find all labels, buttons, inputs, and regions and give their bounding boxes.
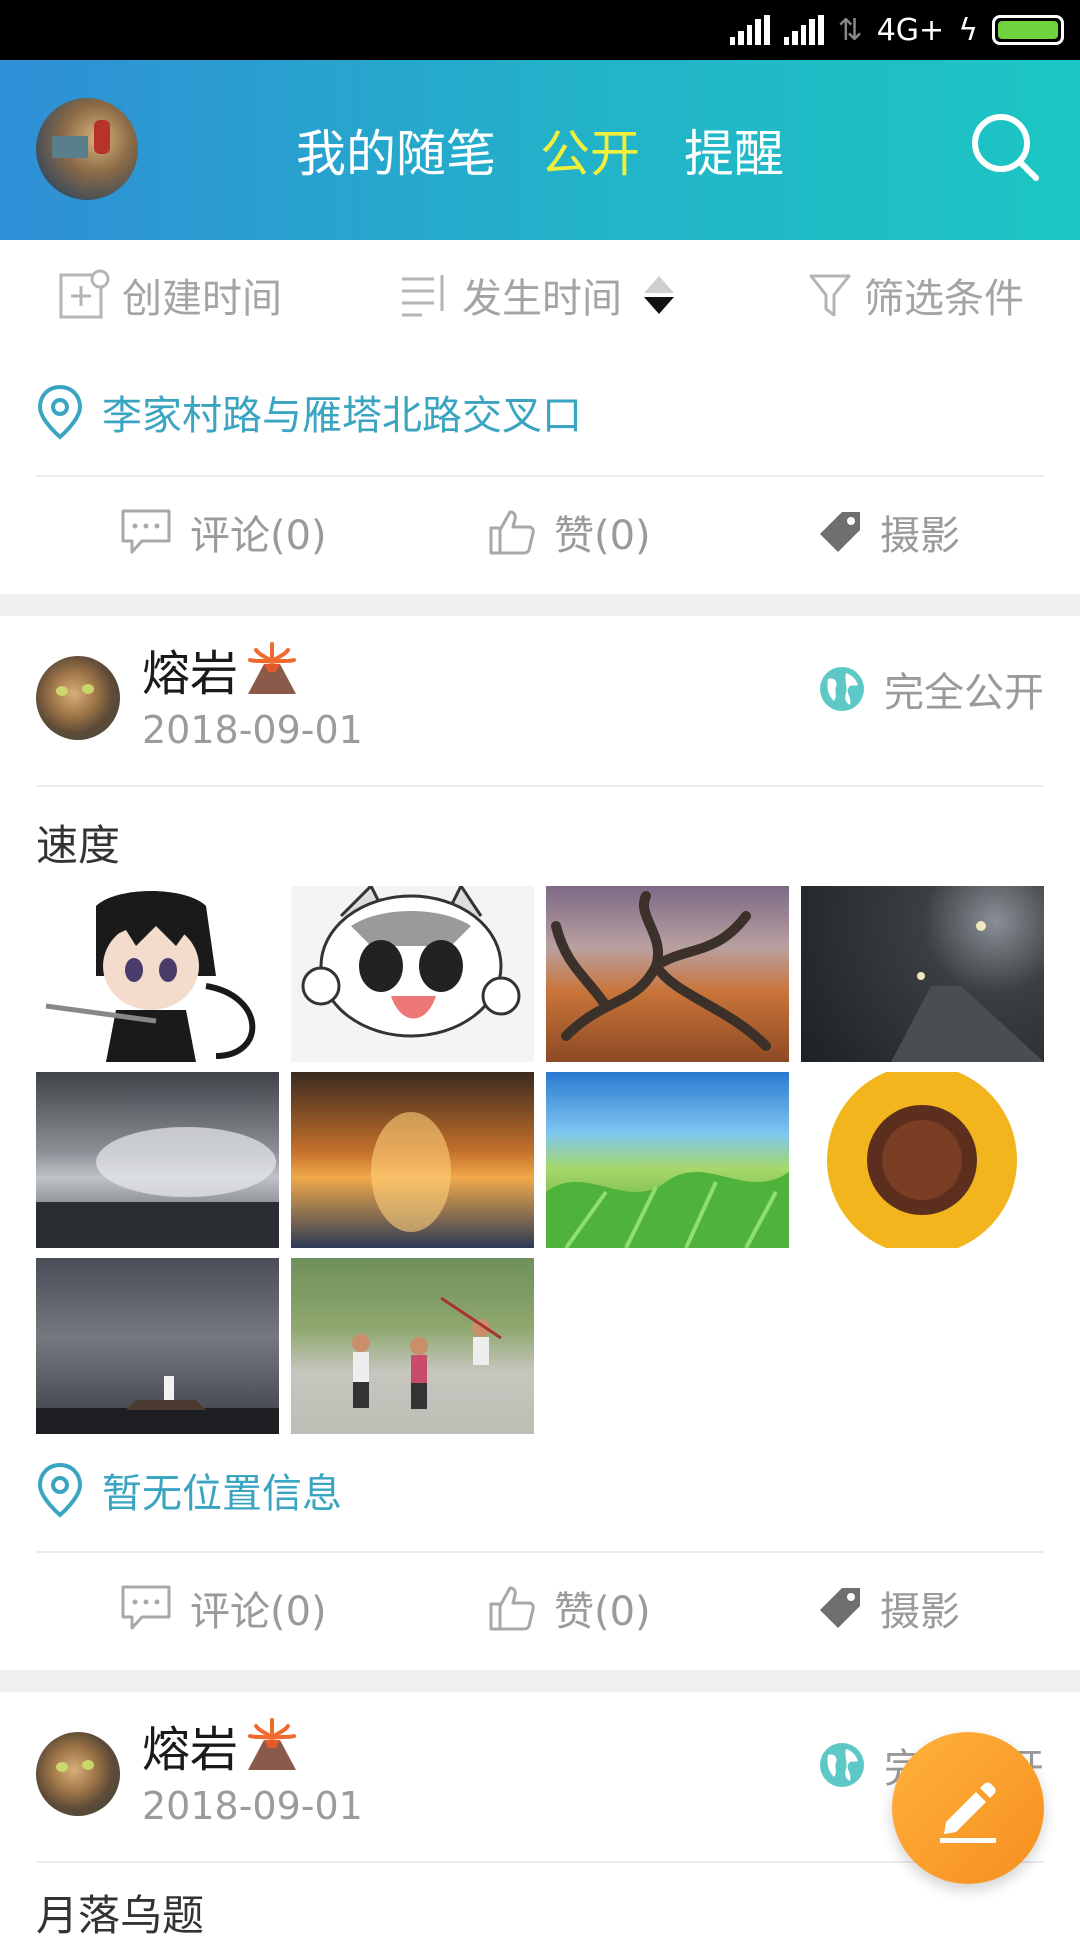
thumbs-up-icon (489, 1586, 535, 1631)
tag-icon (820, 512, 860, 552)
volcano-icon (248, 1718, 297, 1770)
post-title: 速度 (36, 821, 121, 870)
post-author-avatar[interactable] (36, 1732, 120, 1816)
image-lighthouse[interactable] (36, 1258, 279, 1434)
privacy-text: 完全公开 (884, 670, 1044, 716)
sort-occur-time-label: 发生时间 (462, 276, 622, 322)
sort-direction-icon (644, 276, 674, 314)
thumbs-up-icon (489, 510, 535, 555)
header-bar: 我的随笔 公开 提醒 (0, 60, 1080, 240)
tag-icon (820, 1588, 860, 1628)
image-cartoon-cat[interactable] (291, 886, 534, 1062)
image-storm-sea[interactable] (36, 1072, 279, 1248)
pencil-icon (940, 1782, 996, 1843)
charging-icon: ϟ (958, 12, 978, 48)
comment-button[interactable]: 评论(0) (120, 1553, 327, 1663)
header-tabs: 我的随笔 公开 提醒 (0, 60, 1080, 240)
signal-icon-2 (783, 15, 824, 45)
post-header: 熔岩 2018-09-01 完全公开 (0, 616, 1080, 776)
post-author[interactable]: 熔岩 (142, 1710, 300, 1780)
signal-icon (729, 15, 770, 45)
volcano-icon (248, 642, 297, 694)
post-separator (0, 594, 1080, 616)
filter-label: 筛选条件 (864, 276, 1024, 322)
comment-count: 评论(0) (190, 1589, 327, 1635)
image-fire-cloud[interactable] (291, 1072, 534, 1248)
post-location-text: 李家村路与雁塔北路交叉口 (102, 393, 582, 439)
filter-icon (809, 274, 851, 317)
privacy-indicator: 完全公开 (818, 660, 1044, 718)
tab-reminder[interactable]: 提醒 (684, 114, 784, 186)
tag-label[interactable]: 摄影 (818, 477, 960, 587)
divider (36, 1861, 1044, 1863)
like-button[interactable]: 赞(0) (488, 1553, 651, 1663)
divider (36, 785, 1044, 787)
sort-bar: 创建时间 发生时间 筛选条件 (0, 240, 1080, 350)
post-separator (0, 1670, 1080, 1692)
post-location[interactable]: 暂无位置信息 (36, 1460, 342, 1520)
battery-icon (992, 15, 1064, 45)
add-note-icon (59, 269, 110, 319)
sort-create-time-label: 创建时间 (122, 276, 282, 322)
post-actions: 评论(0) 赞(0) 摄影 (0, 477, 1080, 587)
tag-text: 摄影 (880, 1589, 960, 1635)
filter-button[interactable]: 筛选条件 (808, 266, 1024, 324)
like-count: 赞(0) (554, 1589, 651, 1635)
like-button[interactable]: 赞(0) (488, 477, 651, 587)
post-author-avatar[interactable] (36, 656, 120, 740)
tag-label[interactable]: 摄影 (818, 1553, 960, 1663)
post-author-name: 熔岩 (142, 646, 239, 702)
image-night-road[interactable] (801, 886, 1044, 1062)
tab-my-notes[interactable]: 我的随笔 (296, 114, 496, 186)
tab-public[interactable]: 公开 (540, 114, 640, 186)
image-runners-photo[interactable] (291, 1258, 534, 1434)
comment-icon (121, 1585, 171, 1630)
status-bar: ⇅ 4G+ ϟ (0, 0, 1080, 60)
location-pin-icon (37, 384, 83, 440)
search-icon[interactable] (968, 110, 1042, 184)
image-sunflower[interactable] (801, 1072, 1044, 1248)
post-date: 2018-09-01 (142, 1784, 363, 1828)
post-date: 2018-09-01 (142, 708, 363, 752)
network-type: 4G+ (876, 12, 945, 48)
like-count: 赞(0) (554, 513, 651, 559)
location-pin-icon (37, 1462, 83, 1518)
comment-button[interactable]: 评论(0) (120, 477, 327, 587)
globe-icon (820, 667, 864, 711)
compose-button[interactable] (892, 1732, 1044, 1884)
list-sort-icon (402, 275, 444, 317)
post-title: 月落乌题 (36, 1891, 205, 1940)
post-actions: 评论(0) 赞(0) 摄影 (0, 1553, 1080, 1663)
post-location-text: 暂无位置信息 (102, 1471, 342, 1517)
sort-create-time[interactable]: 创建时间 (58, 266, 282, 324)
data-arrows-icon: ⇅ (837, 12, 863, 48)
image-grass-field[interactable] (546, 1072, 789, 1248)
sort-occur-time[interactable]: 发生时间 (400, 266, 674, 324)
tag-text: 摄影 (880, 513, 960, 559)
comment-icon (121, 509, 171, 554)
globe-icon (820, 1743, 864, 1787)
post-author[interactable]: 熔岩 (142, 634, 300, 704)
post-author-name: 熔岩 (142, 1722, 239, 1778)
post-location[interactable]: 李家村路与雁塔北路交叉口 (36, 382, 582, 442)
image-twisted-tree[interactable] (546, 886, 789, 1062)
comment-count: 评论(0) (190, 513, 327, 559)
image-anime-girl[interactable] (36, 886, 279, 1062)
